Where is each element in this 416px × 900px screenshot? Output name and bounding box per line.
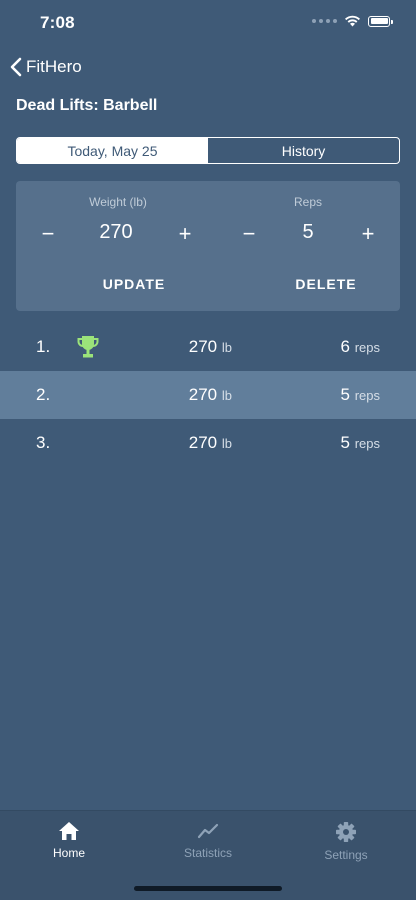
delete-button[interactable]: DELETE: [266, 276, 386, 292]
set-number: 2.: [36, 385, 51, 404]
date-segmented-control: Today, May 25 History: [16, 137, 400, 164]
reps-label: Reps: [293, 195, 322, 209]
statistics-icon: [197, 823, 219, 839]
reps-decrement-button[interactable]: −: [234, 219, 264, 249]
set-reps: 5 reps: [340, 385, 381, 404]
set-reps: 6 reps: [340, 337, 381, 356]
set-row-selected[interactable]: 2. 270 lb 5 reps: [0, 371, 416, 419]
set-weight: 270 lb: [188, 337, 232, 356]
battery-icon: [368, 15, 393, 27]
update-button[interactable]: UPDATE: [74, 276, 194, 292]
set-reps: 5 reps: [340, 433, 381, 452]
back-button[interactable]: FitHero: [10, 54, 82, 80]
status-time: 7:08: [40, 13, 75, 32]
status-icons: [312, 15, 393, 27]
tab-settings[interactable]: Settings: [296, 821, 396, 862]
tab-home-label: Home: [52, 846, 85, 860]
set-row[interactable]: 3. 270 lb 5 reps: [0, 419, 416, 467]
weight-increment-button[interactable]: +: [170, 219, 200, 249]
tab-settings-label: Settings: [324, 848, 368, 862]
weight-decrement-button[interactable]: −: [33, 219, 63, 249]
set-editor-card: Weight (lb) Reps − 270 + − 5 + UPDATE DE…: [16, 181, 400, 311]
back-label: FitHero: [26, 57, 82, 76]
home-indicator[interactable]: [134, 886, 282, 891]
page-title: Dead Lifts: Barbell: [16, 97, 158, 114]
gear-icon: [336, 822, 356, 842]
set-number: 1.: [36, 337, 51, 356]
weight-label: Weight (lb): [89, 195, 147, 209]
tab-history[interactable]: History: [208, 138, 399, 163]
chevron-left-icon: [10, 57, 22, 77]
tab-statistics[interactable]: Statistics: [158, 821, 258, 860]
tab-statistics-label: Statistics: [183, 846, 232, 860]
home-icon: [59, 822, 79, 840]
set-number: 3.: [36, 433, 51, 452]
set-weight: 270 lb: [188, 385, 232, 404]
tab-home[interactable]: Home: [19, 821, 119, 860]
reps-value[interactable]: 5: [268, 221, 348, 244]
tab-today[interactable]: Today, May 25: [17, 138, 208, 163]
reps-increment-button[interactable]: +: [353, 219, 383, 249]
signal-icon: [312, 19, 337, 23]
wifi-icon: [345, 15, 360, 27]
trophy-icon: [77, 336, 99, 358]
set-row[interactable]: 1. 270 lb 6 reps: [0, 323, 416, 371]
set-weight: 270 lb: [188, 433, 232, 452]
weight-value[interactable]: 270: [76, 221, 156, 244]
status-bar: 7:08: [0, 0, 416, 44]
